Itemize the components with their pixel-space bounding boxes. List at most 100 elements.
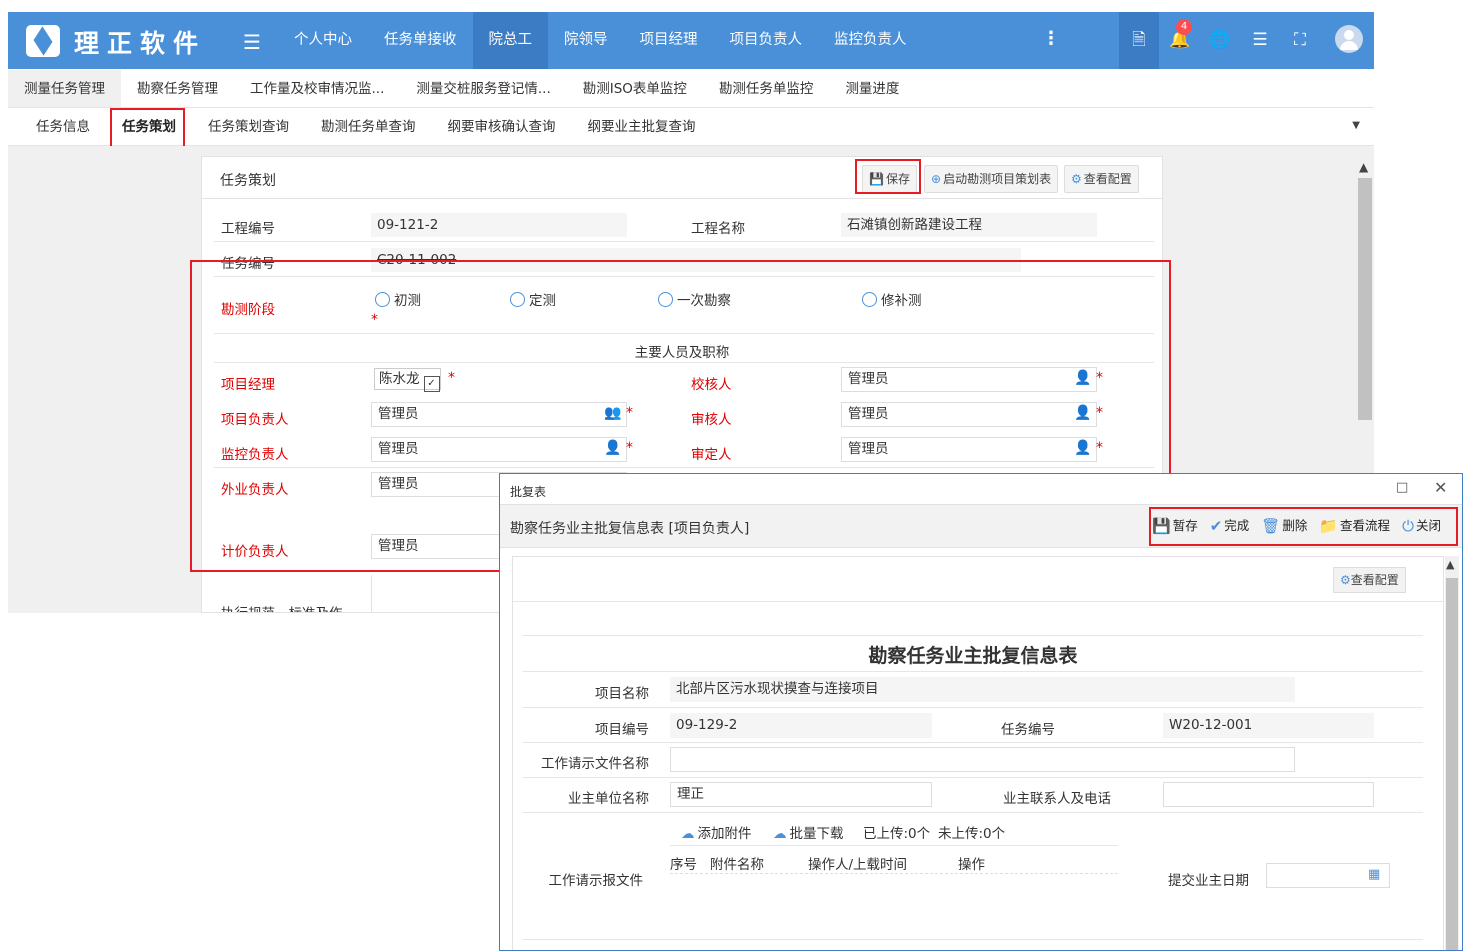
scroll-up-icon[interactable]: ▲ (1359, 160, 1368, 174)
request-name-label: 工作请示文件名称 (541, 756, 649, 772)
more-vertical-icon[interactable]: ⋮ (1042, 28, 1060, 49)
nav-project-manager[interactable]: 项目经理 (624, 12, 714, 69)
add-attachment-button[interactable]: ☁ 添加附件 (681, 822, 752, 842)
add-attachment-label: 添加附件 (697, 826, 752, 842)
close-label: 关闭 (1415, 518, 1441, 533)
dlg-project-no-value: 09-129-2 (670, 713, 932, 738)
pm-select[interactable]: 陈水龙 ✓ (374, 368, 441, 392)
dialog-form: ⚙查看配置 勘察任务业主批复信息表 项目名称 北部片区污水现状摸查与连接项目 项… (512, 556, 1444, 950)
divider (214, 333, 1154, 334)
uploaded-count: 已上传:0个 (863, 826, 931, 842)
request-name-input[interactable] (670, 747, 1295, 772)
tab-outline-review-query[interactable]: 纲要审核确认查询 (432, 108, 572, 145)
start-planning-button[interactable]: ⊕ 启动勘测项目策划表 (924, 165, 1059, 193)
dialog-scrollbar[interactable]: ▲ (1445, 556, 1459, 950)
view-config-button[interactable]: ⚙ 查看配置 (1064, 165, 1139, 193)
approver-input[interactable]: 管理员 (841, 437, 1097, 462)
menu-icon[interactable]: ☰ (243, 30, 261, 54)
approver-label: 审定人 (691, 447, 732, 463)
tab-planning-query[interactable]: 任务策划查询 (192, 108, 305, 145)
required-star: * (626, 440, 633, 456)
user-picker-icon[interactable]: 👤 (604, 440, 621, 456)
sub-tabs: 任务信息 任务策划 任务策划查询 勘测任务单查询 纲要审核确认查询 纲要业主批复… (8, 108, 1374, 146)
attach-col-operator: 操作人/上载时间 (808, 857, 908, 873)
lead-input[interactable]: 管理员 (371, 402, 627, 427)
delete-label: 删除 (1282, 518, 1308, 533)
dialog-toolbar: 勘察任务业主批复信息表 [项目负责人] 💾 暂存 ✔ 完成 🗑 删除 📁 查看流程 ⏻ 关… (500, 504, 1462, 548)
save-button[interactable]: 💾 保存 (862, 165, 917, 193)
upload-cloud-icon: ☁ (681, 826, 695, 842)
module-tab-handover[interactable]: 测量交桩服务登记情... (400, 70, 566, 107)
close-button[interactable]: ⏻ 关闭 (1402, 515, 1441, 535)
module-tab-progress[interactable]: 测量进度 (829, 70, 915, 107)
project-name-label: 工程名称 (691, 221, 745, 237)
top-header: 理正软件 ☰ 个人中心 任务单接收 院总工 院领导 项目经理 项目负责人 监控负… (8, 12, 1374, 69)
project-no-value: 09-121-2 (371, 213, 627, 237)
temp-save-button[interactable]: 💾 暂存 (1152, 515, 1198, 535)
module-tab-survey-task[interactable]: 测量任务管理 (8, 70, 121, 107)
dlg-task-no-label: 任务编号 (1001, 722, 1055, 738)
users-picker-icon[interactable]: 👥 (604, 405, 621, 421)
calendar-icon[interactable]: ▦ (1368, 867, 1380, 882)
avatar-icon[interactable] (1335, 25, 1363, 53)
nav-personal-center[interactable]: 个人中心 (278, 12, 368, 69)
required-star: * (448, 370, 455, 386)
nav-task-receive[interactable]: 任务单接收 (368, 12, 473, 69)
tab-outline-reply-query[interactable]: 纲要业主批复查询 (572, 108, 712, 145)
checker-input[interactable]: 管理员 (841, 367, 1097, 392)
globe-icon[interactable]: 🌐 (1200, 12, 1240, 69)
user-picker-icon[interactable]: 👤 (1074, 370, 1091, 386)
monitor-input[interactable]: 管理员 (371, 437, 627, 462)
scrollbar[interactable] (1358, 178, 1372, 420)
delete-button[interactable]: 🗑 删除 (1261, 515, 1307, 535)
view-flow-button[interactable]: 📁 查看流程 (1319, 515, 1390, 535)
divider (214, 276, 1154, 277)
tabs-dropdown-icon[interactable]: ▼ (1352, 120, 1360, 131)
tab-task-info[interactable]: 任务信息 (20, 108, 106, 145)
reviewer-input[interactable]: 管理员 (841, 402, 1097, 427)
module-tab-task-monitor[interactable]: 勘测任务单监控 (703, 70, 830, 107)
stage-radio-one-time[interactable]: 一次勘察 (658, 289, 731, 309)
required-star: * (1096, 370, 1103, 386)
dialog-config-button[interactable]: ⚙查看配置 (1333, 567, 1406, 593)
required-star: * (1096, 440, 1103, 456)
user-picker-icon[interactable]: 👤 (1074, 440, 1091, 456)
complete-button[interactable]: ✔ 完成 (1210, 515, 1250, 535)
stage-radio-final[interactable]: 定测 (510, 289, 556, 309)
tab-task-sheet-query[interactable]: 勘测任务单查询 (305, 108, 432, 145)
divider (214, 241, 1154, 242)
maximize-icon[interactable]: □ (1396, 480, 1408, 495)
scrollbar-thumb[interactable] (1446, 578, 1458, 950)
logo-icon (26, 25, 60, 57)
nav-project-lead[interactable]: 项目负责人 (714, 12, 819, 69)
divider (523, 742, 1423, 743)
nav-chief-engineer[interactable]: 院总工 (472, 12, 548, 69)
module-tab-workload[interactable]: 工作量及校审情况监... (234, 70, 400, 107)
divider (214, 467, 1154, 468)
stage-radio-supplement[interactable]: 修补测 (862, 289, 922, 309)
nav-monitor-lead[interactable]: 监控负责人 (818, 12, 923, 69)
plus-circle-icon: ⊕ (931, 172, 942, 186)
reply-dialog: 批复表 □ ✕ 勘察任务业主批复信息表 [项目负责人] 💾 暂存 ✔ 完成 🗑 删除 … (499, 473, 1463, 951)
stage-radio-initial[interactable]: 初测 (375, 289, 421, 309)
submit-date-label: 提交业主日期 (1168, 873, 1249, 889)
divider (523, 812, 1423, 813)
module-tab-iso[interactable]: 勘测ISO表单监控 (567, 70, 703, 107)
user-picker-icon[interactable]: 👤 (1074, 405, 1091, 421)
owner-contact-input[interactable] (1163, 782, 1374, 807)
nav-institute-leader[interactable]: 院领导 (548, 12, 624, 69)
list-icon[interactable]: ☰ (1240, 12, 1280, 69)
close-icon[interactable]: ✕ (1434, 478, 1447, 497)
required-star: * (371, 312, 378, 328)
required-star: * (626, 405, 633, 421)
save-icon: 💾 (1152, 517, 1171, 535)
tab-task-planning[interactable]: 任务策划 (106, 108, 192, 145)
document-icon[interactable]: 🗎 (1119, 12, 1159, 69)
batch-download-button[interactable]: ☁ 批量下载 (773, 822, 844, 842)
dialog-window-title: 批复表 (510, 485, 547, 499)
fullscreen-icon[interactable]: ⛶ (1280, 12, 1320, 69)
view-flow-label: 查看流程 (1340, 518, 1391, 533)
module-tab-investigation-task[interactable]: 勘察任务管理 (121, 70, 234, 107)
owner-unit-input[interactable]: 理正 (670, 782, 932, 807)
scroll-up-icon[interactable]: ▲ (1446, 558, 1454, 571)
